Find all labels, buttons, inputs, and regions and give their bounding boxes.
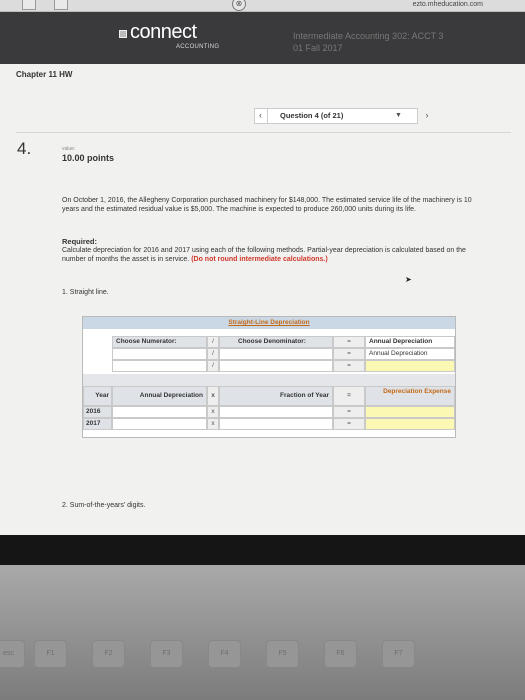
straight-line-table: Straight-Line Depreciation Choose Numera… — [82, 316, 456, 438]
part-1-label: 1. Straight line. — [62, 289, 109, 296]
times-sign: x — [207, 418, 219, 430]
rounding-note: (Do not round intermediate calculations.… — [191, 255, 328, 263]
fraction-2017-input[interactable] — [219, 418, 333, 430]
year-2016-label: 2016 — [83, 406, 112, 418]
numerator-input[interactable] — [112, 360, 207, 372]
screen: ⊗ ezto.mheducation.com connect ACCOUNTIN… — [0, 0, 525, 535]
logo-subtitle: ACCOUNTING — [176, 44, 220, 50]
prev-question-button[interactable]: ‹ — [254, 108, 268, 124]
expense-2016-input[interactable] — [365, 406, 455, 418]
required-text: Calculate depreciation for 2016 and 2017… — [62, 247, 477, 264]
table-title: Straight-Line Depreciation — [83, 317, 455, 329]
tab-icon[interactable] — [22, 0, 36, 10]
annual-depreciation-input[interactable] — [365, 360, 455, 372]
denominator-dropdown[interactable]: Choose Denominator: — [219, 336, 333, 348]
esc-key[interactable]: esc — [0, 640, 25, 668]
required-heading: Required: — [62, 237, 98, 246]
f7-key[interactable]: F7 — [382, 640, 415, 668]
denominator-input[interactable] — [219, 360, 333, 372]
divide-sign: / — [207, 336, 219, 348]
mouse-cursor-icon: ➤ — [405, 275, 412, 284]
times-sign: x — [207, 386, 219, 406]
chapter-title: Chapter 11 HW — [16, 70, 73, 79]
equals-sign: = — [333, 336, 365, 348]
equals-sign: = — [333, 386, 365, 406]
url-text[interactable]: ezto.mheducation.com — [413, 1, 483, 8]
numerator-input[interactable] — [112, 348, 207, 360]
equals-sign: = — [333, 348, 365, 360]
logo-mark-icon — [119, 30, 127, 38]
refresh-icon[interactable]: ⊗ — [232, 0, 246, 11]
divider — [16, 132, 511, 133]
equals-sign: = — [333, 406, 365, 418]
f2-key[interactable]: F2 — [92, 640, 125, 668]
question-points: 10.00 points — [62, 153, 115, 163]
equals-sign: = — [333, 360, 365, 372]
equals-sign: = — [333, 418, 365, 430]
divide-sign: / — [207, 348, 219, 360]
connect-logo: connect — [130, 21, 197, 43]
tab-icon[interactable] — [54, 0, 68, 10]
divide-sign: / — [207, 360, 219, 372]
expense-2017-input[interactable] — [365, 418, 455, 430]
annual-depreciation-column-header: Annual Depreciation — [112, 386, 207, 406]
question-selector[interactable]: Question 4 (of 21) — [280, 111, 343, 120]
denominator-input[interactable] — [219, 348, 333, 360]
f1-key[interactable]: F1 — [34, 640, 67, 668]
times-sign: x — [207, 406, 219, 418]
course-term: 01 Fall 2017 — [293, 43, 343, 53]
year-header: Year — [83, 386, 112, 406]
f6-key[interactable]: F6 — [324, 640, 357, 668]
question-text: On October 1, 2016, the Allegheny Corpor… — [62, 197, 472, 213]
laptop-bezel — [0, 535, 525, 565]
value-label: value: — [62, 146, 76, 152]
annual-depreciation-2017-input[interactable] — [112, 418, 207, 430]
depreciation-expense-header: Depreciation Expense — [365, 386, 455, 406]
annual-depreciation-label: Annual Depreciation — [365, 348, 455, 360]
year-2017-label: 2017 — [83, 418, 112, 430]
course-title: Intermediate Accounting 302: ACCT 3 — [293, 31, 444, 41]
annual-depreciation-2016-input[interactable] — [112, 406, 207, 418]
f4-key[interactable]: F4 — [208, 640, 241, 668]
numerator-dropdown[interactable]: Choose Numerator: — [112, 336, 207, 348]
table-spacer — [83, 374, 455, 386]
next-question-button[interactable]: › — [420, 108, 434, 124]
f5-key[interactable]: F5 — [266, 640, 299, 668]
fraction-2016-input[interactable] — [219, 406, 333, 418]
f3-key[interactable]: F3 — [150, 640, 183, 668]
app-header: connect ACCOUNTING Intermediate Accounti… — [0, 12, 525, 64]
annual-depreciation-header: Annual Depreciation — [365, 336, 455, 348]
part-2-label: 2. Sum-of-the-years' digits. — [62, 502, 146, 509]
question-number: 4. — [17, 139, 32, 158]
chevron-down-icon[interactable]: ▼ — [395, 112, 402, 119]
fraction-of-year-header: Fraction of Year — [219, 386, 333, 406]
keyboard — [0, 565, 525, 700]
browser-bar: ⊗ ezto.mheducation.com — [0, 0, 525, 12]
